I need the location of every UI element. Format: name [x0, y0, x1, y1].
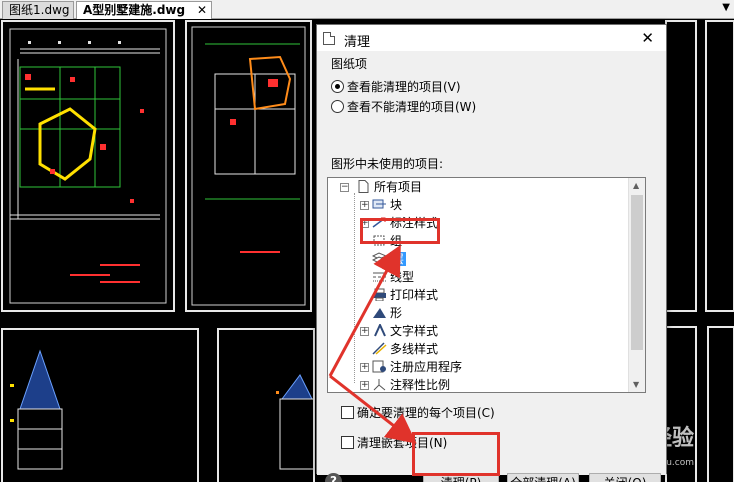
section-unused-items: 图形中未使用的项目: [331, 157, 444, 171]
tree-item-label: 打印样式 [390, 288, 439, 302]
tab-label: 图纸1.dwg [9, 3, 70, 17]
tree-item-label: 层 [390, 252, 407, 266]
purge-all-button[interactable]: 全部清理(A) [507, 473, 579, 482]
tree-item-label: 所有项目 [374, 180, 423, 194]
radio-unselected-icon[interactable] [331, 100, 344, 113]
close-tab-icon[interactable]: ✕ [197, 2, 207, 19]
collapse-icon[interactable]: − [340, 183, 349, 192]
tree-item-label: 文字样式 [390, 324, 439, 338]
radio-label: 查看能清理的项目(V) [347, 80, 461, 94]
tree-scrollbar[interactable]: ▲ ▼ [628, 178, 645, 392]
tab-label: A型别墅建施.dwg [83, 3, 186, 17]
linetype-icon [373, 272, 386, 282]
file-tab-bar: 图纸1.dwg A型别墅建施.dwg ✕ ▼ [0, 0, 734, 19]
tree-item-label: 注册应用程序 [390, 360, 463, 374]
dialog-body: 图纸项 查看能清理的项目(V) 查看不能清理的项目(W) 图形中未使用的项目: … [317, 51, 666, 482]
scroll-thumb[interactable] [631, 195, 643, 350]
multiline-style-icon [372, 342, 387, 355]
tree-item-label: 线型 [390, 270, 415, 284]
expand-icon[interactable]: + [360, 201, 369, 210]
dialog-title: 清理 [344, 35, 371, 50]
block-icon [372, 199, 386, 209]
tree-item-label: 块 [390, 198, 403, 212]
tree-item-label: 注释性比例 [390, 378, 451, 392]
close-button[interactable]: 关闭(O) [589, 473, 661, 482]
checkbox-box[interactable] [341, 406, 354, 419]
checkbox-box[interactable] [341, 436, 354, 449]
tree-item-label: 形 [390, 306, 403, 320]
section-drawing-items: 图纸项 [331, 57, 368, 71]
checkbox-label: 确定要清理的每个项目(C) [357, 406, 495, 420]
registered-app-icon [372, 360, 386, 373]
tabs-dropdown-icon[interactable]: ▼ [722, 2, 730, 13]
help-icon[interactable]: ? [325, 473, 342, 482]
layer-icon [372, 252, 387, 264]
annotation-scale-icon [373, 379, 386, 391]
radio-selected-icon[interactable] [331, 80, 344, 93]
expand-icon[interactable]: + [360, 363, 369, 372]
purge-dialog: 清理 ✕ 图纸项 查看能清理的项目(V) 查看不能清理的项目(W) 图形中未使用… [316, 24, 667, 482]
tab-villa-a[interactable]: A型别墅建施.dwg ✕ [76, 1, 212, 19]
dialog-title-bar[interactable]: 清理 ✕ [317, 25, 666, 51]
highlight-purge-button [412, 432, 500, 476]
radio-view-nonpurgeable[interactable]: 查看不能清理的项目(W) [331, 99, 476, 115]
tab-drawing1[interactable]: 图纸1.dwg [2, 1, 74, 19]
tree-item-label: 多线样式 [390, 342, 439, 356]
document-icon [323, 32, 335, 45]
close-icon[interactable]: ✕ [641, 29, 654, 47]
document-icon [358, 180, 369, 193]
unused-items-tree[interactable]: − 所有项目 + 块 + 标注样式 组 层 线型 打印样式 形 + 文字样式 多… [327, 177, 646, 393]
highlight-layer-item [360, 218, 440, 244]
scroll-down-icon[interactable]: ▼ [633, 380, 639, 389]
expand-icon[interactable]: + [360, 381, 369, 390]
checkbox-confirm-each[interactable]: 确定要清理的每个项目(C) [341, 405, 495, 421]
plot-style-icon [373, 288, 386, 301]
radio-view-purgeable[interactable]: 查看能清理的项目(V) [331, 79, 461, 95]
scroll-up-icon[interactable]: ▲ [633, 181, 639, 190]
shape-icon [373, 308, 386, 318]
radio-label: 查看不能清理的项目(W) [347, 100, 477, 114]
text-style-icon [374, 324, 386, 337]
expand-icon[interactable]: + [360, 327, 369, 336]
